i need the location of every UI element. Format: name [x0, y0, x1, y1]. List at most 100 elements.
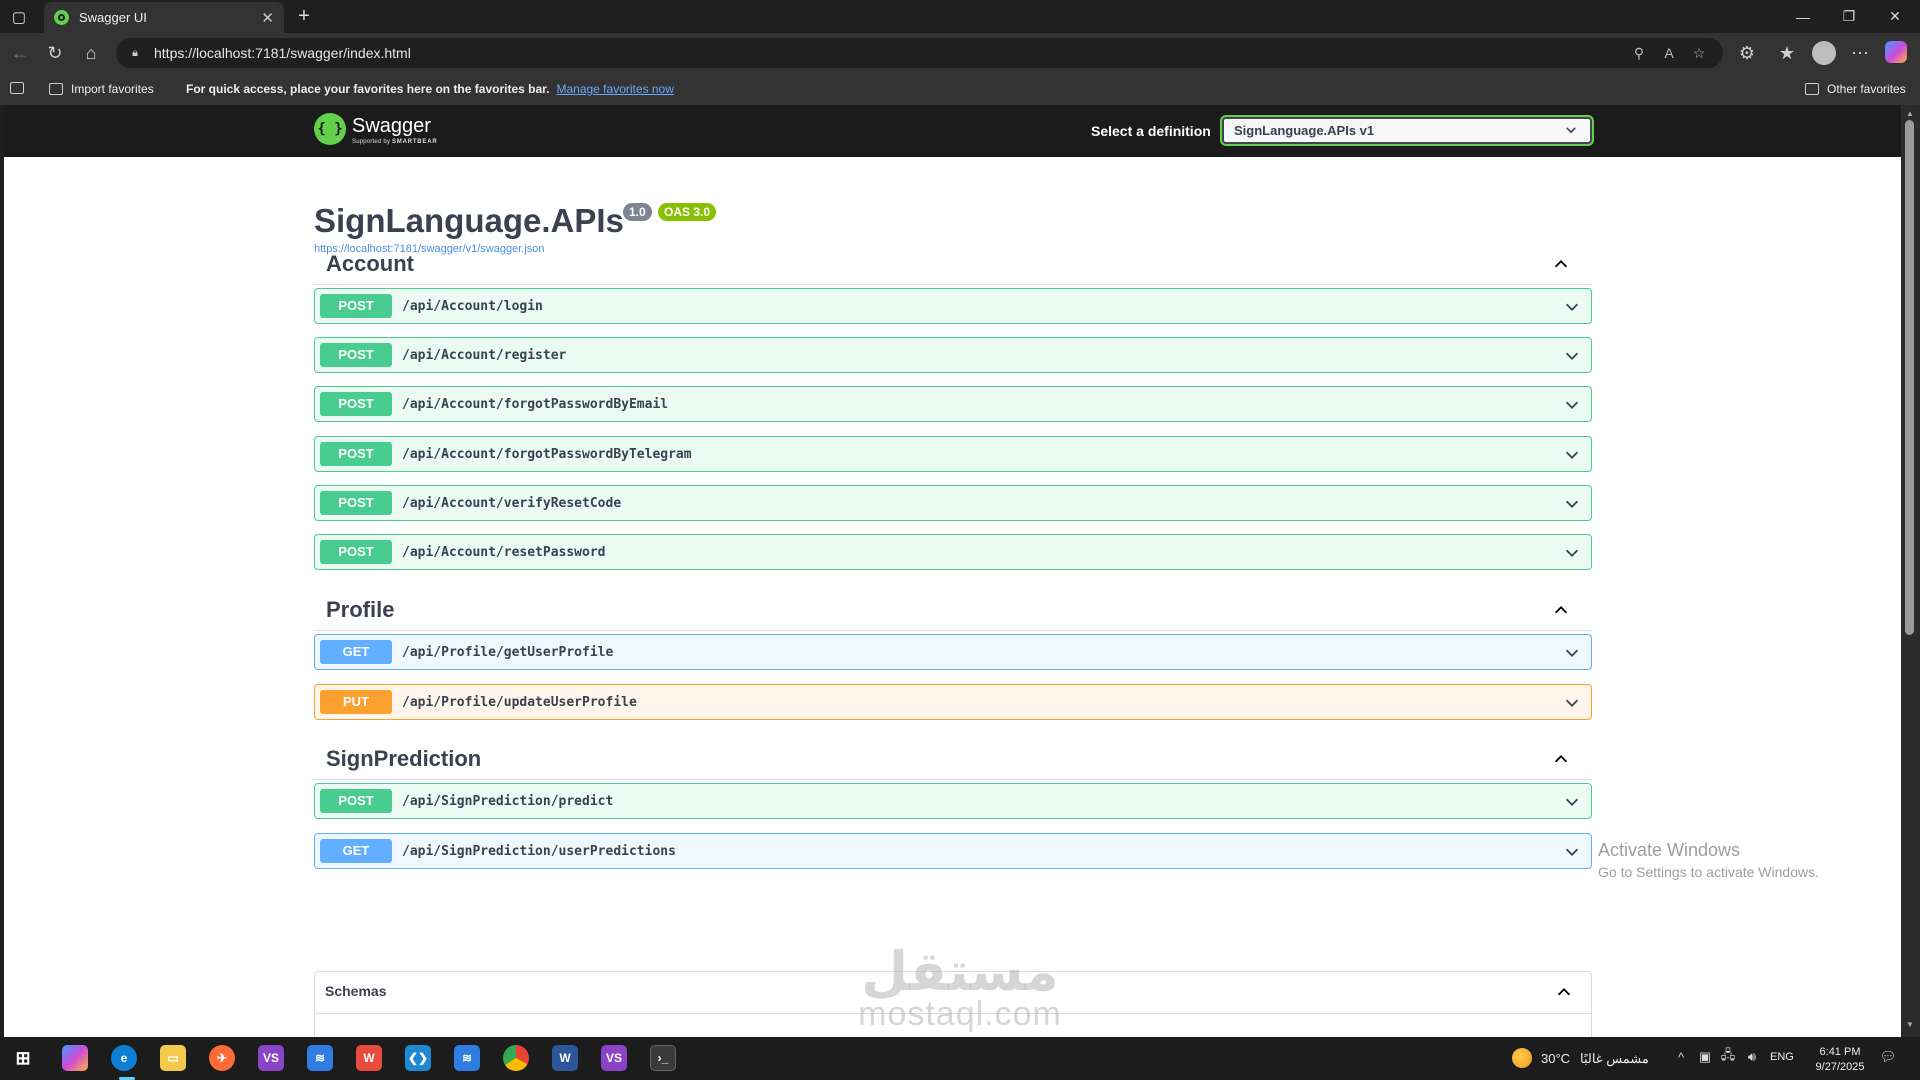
chevron-down-icon[interactable] — [1563, 544, 1581, 562]
chrome-icon[interactable] — [503, 1045, 529, 1071]
tag-signprediction[interactable]: SignPrediction — [314, 738, 1592, 780]
chevron-down-icon[interactable] — [1563, 793, 1581, 811]
profile-avatar[interactable] — [1812, 41, 1836, 65]
operation-row[interactable]: GET/api/Profile/getUserProfile — [314, 634, 1592, 670]
chevron-down-icon[interactable] — [1563, 347, 1581, 365]
favorite-star-icon[interactable]: ☆ — [1690, 44, 1708, 62]
tab-actions-icon[interactable]: ▢ — [8, 6, 30, 28]
volume-icon[interactable]: 🔊︎ — [1744, 1049, 1760, 1065]
operation-row[interactable]: POST/api/Account/verifyResetCode — [314, 485, 1592, 521]
tab-title: Swagger UI — [79, 10, 147, 25]
chevron-down-icon[interactable] — [1563, 446, 1581, 464]
lock-icon: 🔒︎ — [132, 46, 138, 59]
operation-path: /api/Profile/updateUserProfile — [402, 694, 637, 710]
manage-favorites-link[interactable]: Manage favorites now — [556, 82, 673, 96]
browser-tab-bar: ▢ Swagger UI ✕ + — ❐ ✕ — [0, 0, 1920, 33]
extensions-icon[interactable]: ⚙ — [1735, 41, 1759, 65]
version-badge: 1.0 — [623, 203, 652, 221]
operation-row[interactable]: GET/api/SignPrediction/userPredictions — [314, 833, 1592, 869]
tag-profile[interactable]: Profile — [314, 589, 1592, 631]
copilot-icon[interactable] — [1885, 41, 1907, 63]
activate-windows-notice: Activate Windows Go to Settings to activ… — [1598, 840, 1819, 880]
swagger-favicon-icon — [54, 10, 69, 25]
home-button[interactable]: ⌂ — [79, 41, 103, 65]
input-language[interactable]: ENG — [1770, 1051, 1794, 1063]
minimize-button[interactable]: — — [1780, 0, 1826, 33]
url-text: https://localhost:7181/swagger/index.htm… — [154, 45, 411, 61]
operation-path: /api/Account/register — [402, 347, 567, 363]
swagger-logo-icon[interactable]: { } — [314, 113, 346, 145]
close-tab-icon[interactable]: ✕ — [261, 9, 274, 27]
chevron-down-icon[interactable] — [1563, 694, 1581, 712]
new-tab-button[interactable]: + — [292, 4, 316, 28]
close-window-button[interactable]: ✕ — [1872, 0, 1918, 33]
start-button-icon[interactable]: ⊞ — [10, 1045, 36, 1071]
favorites-hint: For quick access, place your favorites h… — [186, 82, 674, 96]
tag-account[interactable]: Account — [314, 243, 1592, 285]
word-icon[interactable]: W — [552, 1045, 578, 1071]
address-bar[interactable]: 🔒︎ https://localhost:7181/swagger/index.… — [116, 38, 1723, 68]
operation-row[interactable]: PUT/api/Profile/updateUserProfile — [314, 684, 1592, 720]
visual-studio-icon[interactable]: VS — [258, 1045, 284, 1071]
read-aloud-icon[interactable]: A — [1660, 44, 1678, 62]
azure-data-studio-icon-2[interactable]: ≋ — [454, 1045, 480, 1071]
method-badge: POST — [320, 294, 392, 318]
swagger-brand-sub: Supported by SMARTBEAR — [352, 139, 438, 145]
weather-icon[interactable] — [1512, 1048, 1532, 1068]
zoom-icon[interactable]: ⚲ — [1630, 44, 1648, 62]
chevron-up-icon — [1554, 260, 1568, 268]
other-favorites-button[interactable]: Other favorites — [1805, 82, 1906, 96]
weather-temp[interactable]: 30°C — [1541, 1051, 1570, 1066]
visual-studio-icon-2[interactable]: VS — [601, 1045, 627, 1071]
operation-path: /api/Account/verifyResetCode — [402, 495, 622, 511]
back-button[interactable]: ← — [8, 41, 32, 65]
edge-taskbar-icon[interactable]: e — [111, 1045, 137, 1071]
browser-tab[interactable]: Swagger UI ✕ — [44, 2, 284, 33]
operation-row[interactable]: POST/api/SignPrediction/predict — [314, 783, 1592, 819]
operation-path: /api/Account/resetPassword — [402, 544, 606, 560]
chevron-down-icon[interactable] — [1563, 298, 1581, 316]
chevron-down-icon[interactable] — [1563, 396, 1581, 414]
terminal-icon[interactable]: ›_ — [650, 1045, 676, 1071]
scroll-down-icon[interactable]: ▼ — [1904, 1020, 1916, 1032]
refresh-button[interactable]: ↻ — [43, 41, 67, 65]
definition-select[interactable]: SignLanguage.APIs v1 — [1222, 117, 1592, 144]
postman-icon[interactable]: ✈ — [209, 1045, 235, 1071]
operation-row[interactable]: POST/api/Account/login — [314, 288, 1592, 324]
azure-data-studio-icon[interactable]: ≋ — [307, 1045, 333, 1071]
more-menu-icon[interactable]: ⋯ — [1848, 41, 1872, 65]
operation-row[interactable]: POST/api/Account/forgotPasswordByEmail — [314, 386, 1592, 422]
operation-row[interactable]: POST/api/Account/register — [314, 337, 1592, 373]
chevron-down-icon[interactable] — [1563, 644, 1581, 662]
network-icon[interactable]: 🖧︎ — [1720, 1047, 1736, 1065]
copilot-taskbar-icon[interactable] — [62, 1045, 88, 1071]
chevron-up-icon — [1554, 755, 1568, 763]
scrollbar-thumb[interactable] — [1905, 120, 1914, 635]
oas-badge: OAS 3.0 — [658, 203, 717, 221]
method-badge: POST — [320, 442, 392, 466]
wps-office-icon[interactable]: W — [356, 1045, 382, 1071]
operation-path: /api/Account/forgotPasswordByEmail — [402, 396, 669, 412]
method-badge: POST — [320, 392, 392, 416]
operation-path: /api/Profile/getUserProfile — [402, 644, 614, 660]
page-viewport: { } Swagger Supported by SMARTBEAR Selec… — [4, 105, 1901, 1037]
weather-desc[interactable]: مشمس غالبًا — [1580, 1051, 1649, 1067]
vscode-icon[interactable]: ❮❯ — [405, 1045, 431, 1071]
meet-now-icon[interactable]: ▣ — [1697, 1049, 1713, 1065]
windows-taskbar: ⊞ e ▭ ✈ VS ≋ W ❮❯ ≋ W VS ›_ 30°C مشمس غا… — [0, 1037, 1920, 1080]
file-explorer-icon[interactable]: ▭ — [160, 1045, 186, 1071]
favorites-bar-icon[interactable] — [10, 82, 32, 94]
tray-chevron-up-icon[interactable]: ^ — [1673, 1049, 1689, 1065]
favorites-icon[interactable]: ★ — [1775, 41, 1799, 65]
chevron-down-icon[interactable] — [1563, 843, 1581, 861]
clock[interactable]: 6:41 PM 9/27/2025 — [1800, 1045, 1880, 1075]
tag-title: Account — [326, 251, 414, 276]
notifications-icon[interactable]: 💬︎ — [1880, 1049, 1897, 1065]
restore-button[interactable]: ❐ — [1826, 0, 1872, 33]
operation-row[interactable]: POST/api/Account/resetPassword — [314, 534, 1592, 570]
method-badge: POST — [320, 789, 392, 813]
operation-path: /api/SignPrediction/userPredictions — [402, 843, 676, 859]
chevron-down-icon[interactable] — [1563, 495, 1581, 513]
import-favorites-button[interactable]: Import favorites — [49, 82, 154, 96]
operation-row[interactable]: POST/api/Account/forgotPasswordByTelegra… — [314, 436, 1592, 472]
